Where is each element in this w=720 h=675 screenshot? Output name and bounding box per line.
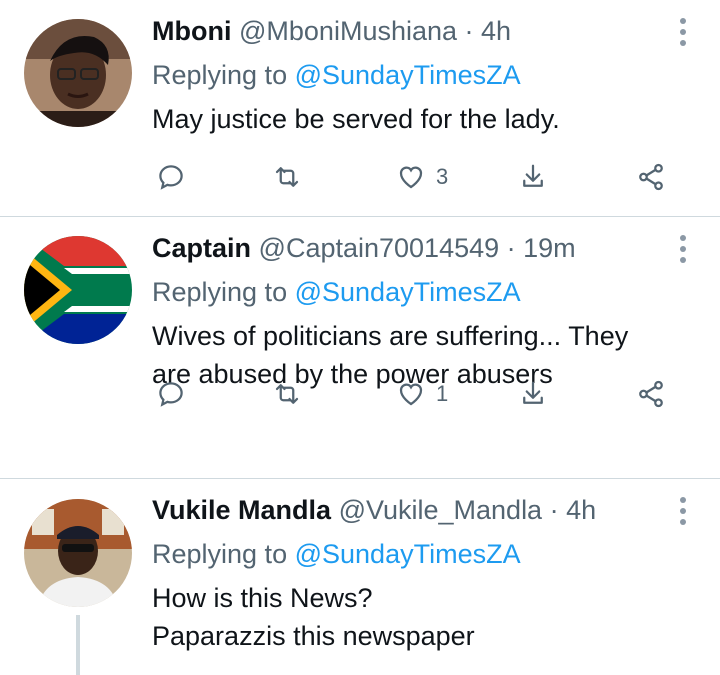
replying-handle[interactable]: @SundayTimesZA [295,277,521,307]
avatar[interactable] [24,19,132,127]
avatar[interactable] [24,499,132,607]
avatar[interactable] [24,236,132,344]
tweet-text: How is this News? Paparazzis this newspa… [152,579,697,655]
tweet[interactable]: Mboni @MboniMushiana · 4h Replying to @S… [0,0,720,217]
display-name[interactable]: Captain [152,233,251,263]
share-network-icon [639,163,663,191]
retweet-button[interactable] [272,374,302,414]
replying-handle[interactable]: @SundayTimesZA [295,539,521,569]
user-handle[interactable]: @Captain70014549 [259,233,500,263]
display-name[interactable]: Vukile Mandla [152,495,331,525]
share-network-button[interactable] [636,157,666,197]
tweet-text-line: Paparazzis this newspaper [152,621,475,651]
tweet-header: Mboni @MboniMushiana · 4h [152,14,511,48]
share-icon [523,164,543,187]
retweet-icon [275,167,299,187]
more-options-icon[interactable] [680,235,688,268]
tweet-text-line: How is this News? [152,583,373,613]
timestamp[interactable]: · 4h [465,16,512,46]
timestamp[interactable]: · 4h [550,495,597,525]
reply-button[interactable] [156,157,186,197]
like-button[interactable]: 3 [396,157,448,197]
heart-icon [399,166,423,189]
like-count: 3 [436,164,449,189]
retweet-button[interactable] [272,157,302,197]
replying-handle[interactable]: @SundayTimesZA [295,60,521,90]
share-button[interactable] [518,374,548,414]
reply-button[interactable] [156,374,186,414]
tweet-text-line: Wives of politicians are suffering... Th… [152,321,629,351]
thread-line [76,615,80,675]
tweet[interactable]: Captain @Captain70014549 · 19m Replying … [0,217,720,479]
replying-to: Replying to @SundayTimesZA [152,58,521,92]
replying-label: Replying to [152,277,288,307]
retweet-icon [275,384,299,404]
share-network-button[interactable] [636,374,666,414]
tweet[interactable]: Vukile Mandla @Vukile_Mandla · 4h Replyi… [0,479,720,675]
replying-label: Replying to [152,60,288,90]
user-handle[interactable]: @Vukile_Mandla [339,495,543,525]
share-button[interactable] [518,157,548,197]
like-button[interactable]: 1 [396,374,448,414]
timestamp[interactable]: · 19m [507,233,576,263]
replying-label: Replying to [152,539,288,569]
replying-to: Replying to @SundayTimesZA [152,537,521,571]
tweet-header: Vukile Mandla @Vukile_Mandla · 4h [152,493,596,527]
more-options-icon[interactable] [680,497,688,530]
tweet-header: Captain @Captain70014549 · 19m [152,231,576,265]
replying-to: Replying to @SundayTimesZA [152,275,521,309]
tweet-actions: 3 [152,157,692,197]
user-handle[interactable]: @MboniMushiana [239,16,457,46]
reply-icon [159,382,183,407]
share-icon [523,381,543,404]
more-options-icon[interactable] [680,18,688,51]
tweet-actions: 1 [152,374,692,414]
like-count: 1 [436,381,449,406]
heart-icon [399,383,423,406]
tweet-text: May justice be served for the lady. [152,104,560,134]
reply-icon [159,165,183,190]
display-name[interactable]: Mboni [152,16,231,46]
share-network-icon [639,380,663,408]
